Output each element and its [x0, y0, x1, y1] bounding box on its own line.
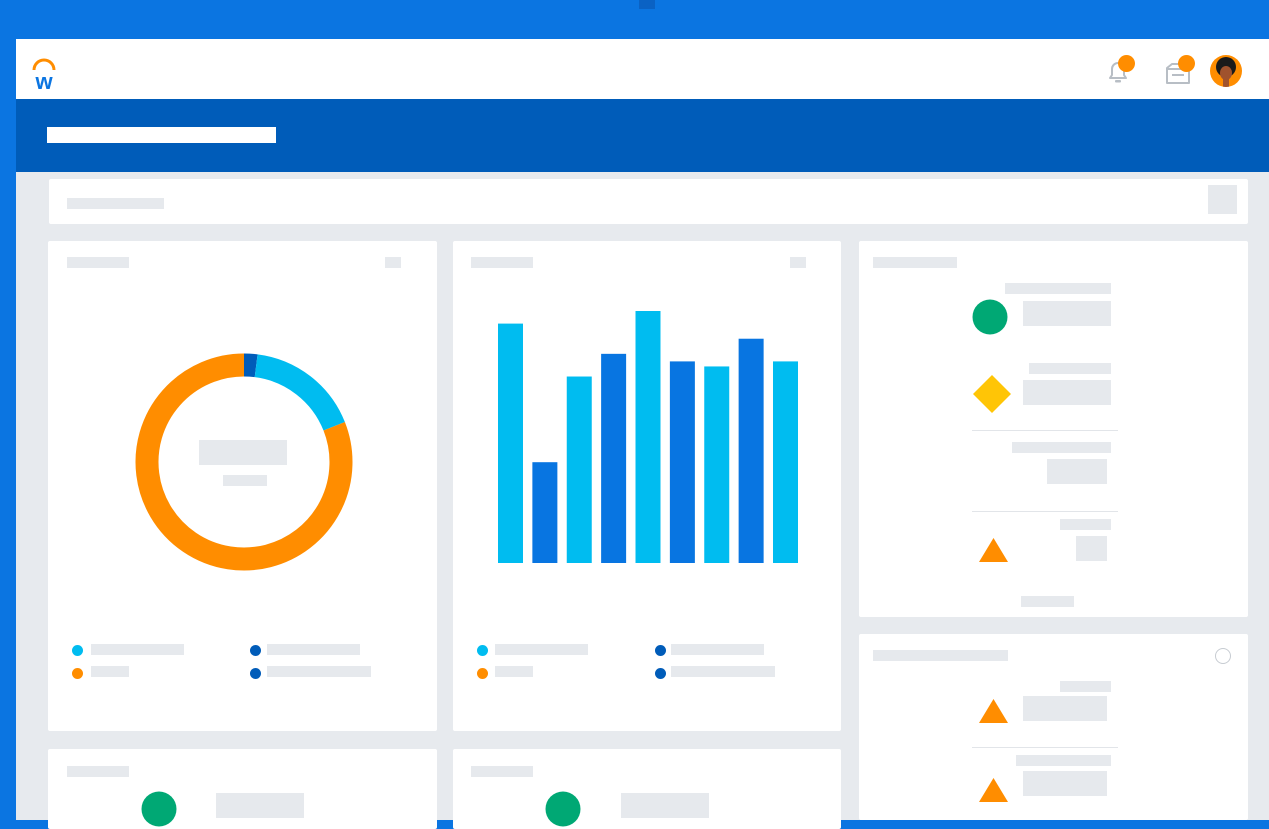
legend-label — [267, 644, 360, 655]
metric-value — [1023, 301, 1111, 326]
metric-label — [1012, 442, 1111, 453]
divider — [972, 747, 1118, 748]
kpi-card — [48, 749, 437, 829]
bar — [601, 353, 627, 563]
bar — [773, 361, 798, 563]
legend-dot — [250, 645, 261, 656]
alerts-card — [859, 634, 1248, 820]
donut-center-label — [223, 475, 267, 486]
legend-label — [495, 644, 588, 655]
legend-dot — [72, 668, 83, 679]
top-strip-notch — [639, 0, 655, 9]
status-card — [859, 241, 1248, 617]
bar — [704, 366, 730, 563]
kpi-value — [621, 793, 709, 818]
filter-button[interactable] — [1208, 185, 1237, 214]
page-header — [16, 99, 1269, 172]
bar-chart — [498, 311, 798, 563]
user-avatar-icon — [1216, 57, 1236, 87]
kpi-value — [216, 793, 304, 818]
legend-dot — [477, 668, 488, 679]
green-circle-icon — [141, 791, 177, 827]
green-circle-icon — [545, 791, 581, 827]
orange-triangle-icon — [979, 699, 1008, 723]
circle-icon[interactable] — [1215, 648, 1231, 664]
metric-value — [1047, 459, 1107, 484]
notification-badge — [1118, 55, 1135, 72]
bar — [635, 311, 661, 563]
alert-label — [1016, 755, 1111, 766]
filter-bar — [49, 179, 1248, 224]
card-menu-button[interactable] — [790, 257, 806, 268]
legend-dot — [72, 645, 83, 656]
bar — [566, 376, 592, 563]
donut-slice — [243, 353, 258, 378]
legend-label — [495, 666, 533, 677]
orange-triangle-icon — [979, 778, 1008, 802]
green-circle-icon — [972, 299, 1008, 335]
app-window: w — [16, 39, 1269, 829]
donut-center-value — [199, 440, 287, 465]
card-title — [67, 257, 129, 268]
metric-label — [1029, 363, 1111, 374]
svg-text:w: w — [34, 69, 53, 92]
orange-triangle-icon — [979, 538, 1008, 562]
divider — [972, 430, 1118, 431]
metric-label — [1005, 283, 1111, 294]
inbox-button[interactable] — [1164, 55, 1200, 91]
card-title — [67, 766, 129, 777]
inbox-badge — [1178, 55, 1195, 72]
alert-value — [1023, 696, 1107, 721]
alert-value — [1023, 771, 1107, 796]
filter-bar-label — [67, 198, 164, 209]
bar — [669, 361, 695, 563]
legend-label — [267, 666, 371, 677]
bar-chart-card — [453, 241, 841, 731]
metric-label — [1060, 519, 1111, 530]
avatar[interactable] — [1210, 55, 1242, 87]
bar — [738, 338, 764, 563]
top-strip — [0, 0, 1269, 39]
bar — [498, 323, 523, 563]
legend-dot — [250, 668, 261, 679]
workday-logo-icon: w — [32, 58, 56, 94]
donut-slice — [254, 354, 345, 431]
card-title — [873, 257, 957, 268]
legend-label — [91, 666, 129, 677]
bar — [532, 462, 558, 563]
card-title — [471, 766, 533, 777]
card-footer-link[interactable] — [1021, 596, 1074, 607]
top-nav: w — [16, 39, 1269, 99]
card-menu-button[interactable] — [385, 257, 401, 268]
metric-value — [1076, 536, 1107, 561]
alert-label — [1060, 681, 1111, 692]
workday-logo[interactable]: w — [30, 58, 60, 94]
kpi-card — [453, 749, 841, 829]
legend-label — [671, 666, 775, 677]
card-title — [471, 257, 533, 268]
notifications-button[interactable] — [1104, 55, 1140, 91]
legend-dot — [655, 645, 666, 656]
legend-label — [671, 644, 764, 655]
legend-dot — [477, 645, 488, 656]
donut-chart-card — [48, 241, 437, 731]
legend-label — [91, 644, 184, 655]
card-title — [873, 650, 1008, 661]
metric-value — [1023, 380, 1111, 405]
page-title-placeholder — [47, 127, 276, 143]
yellow-diamond-icon — [973, 375, 1011, 413]
legend-dot — [655, 668, 666, 679]
divider — [972, 511, 1118, 512]
